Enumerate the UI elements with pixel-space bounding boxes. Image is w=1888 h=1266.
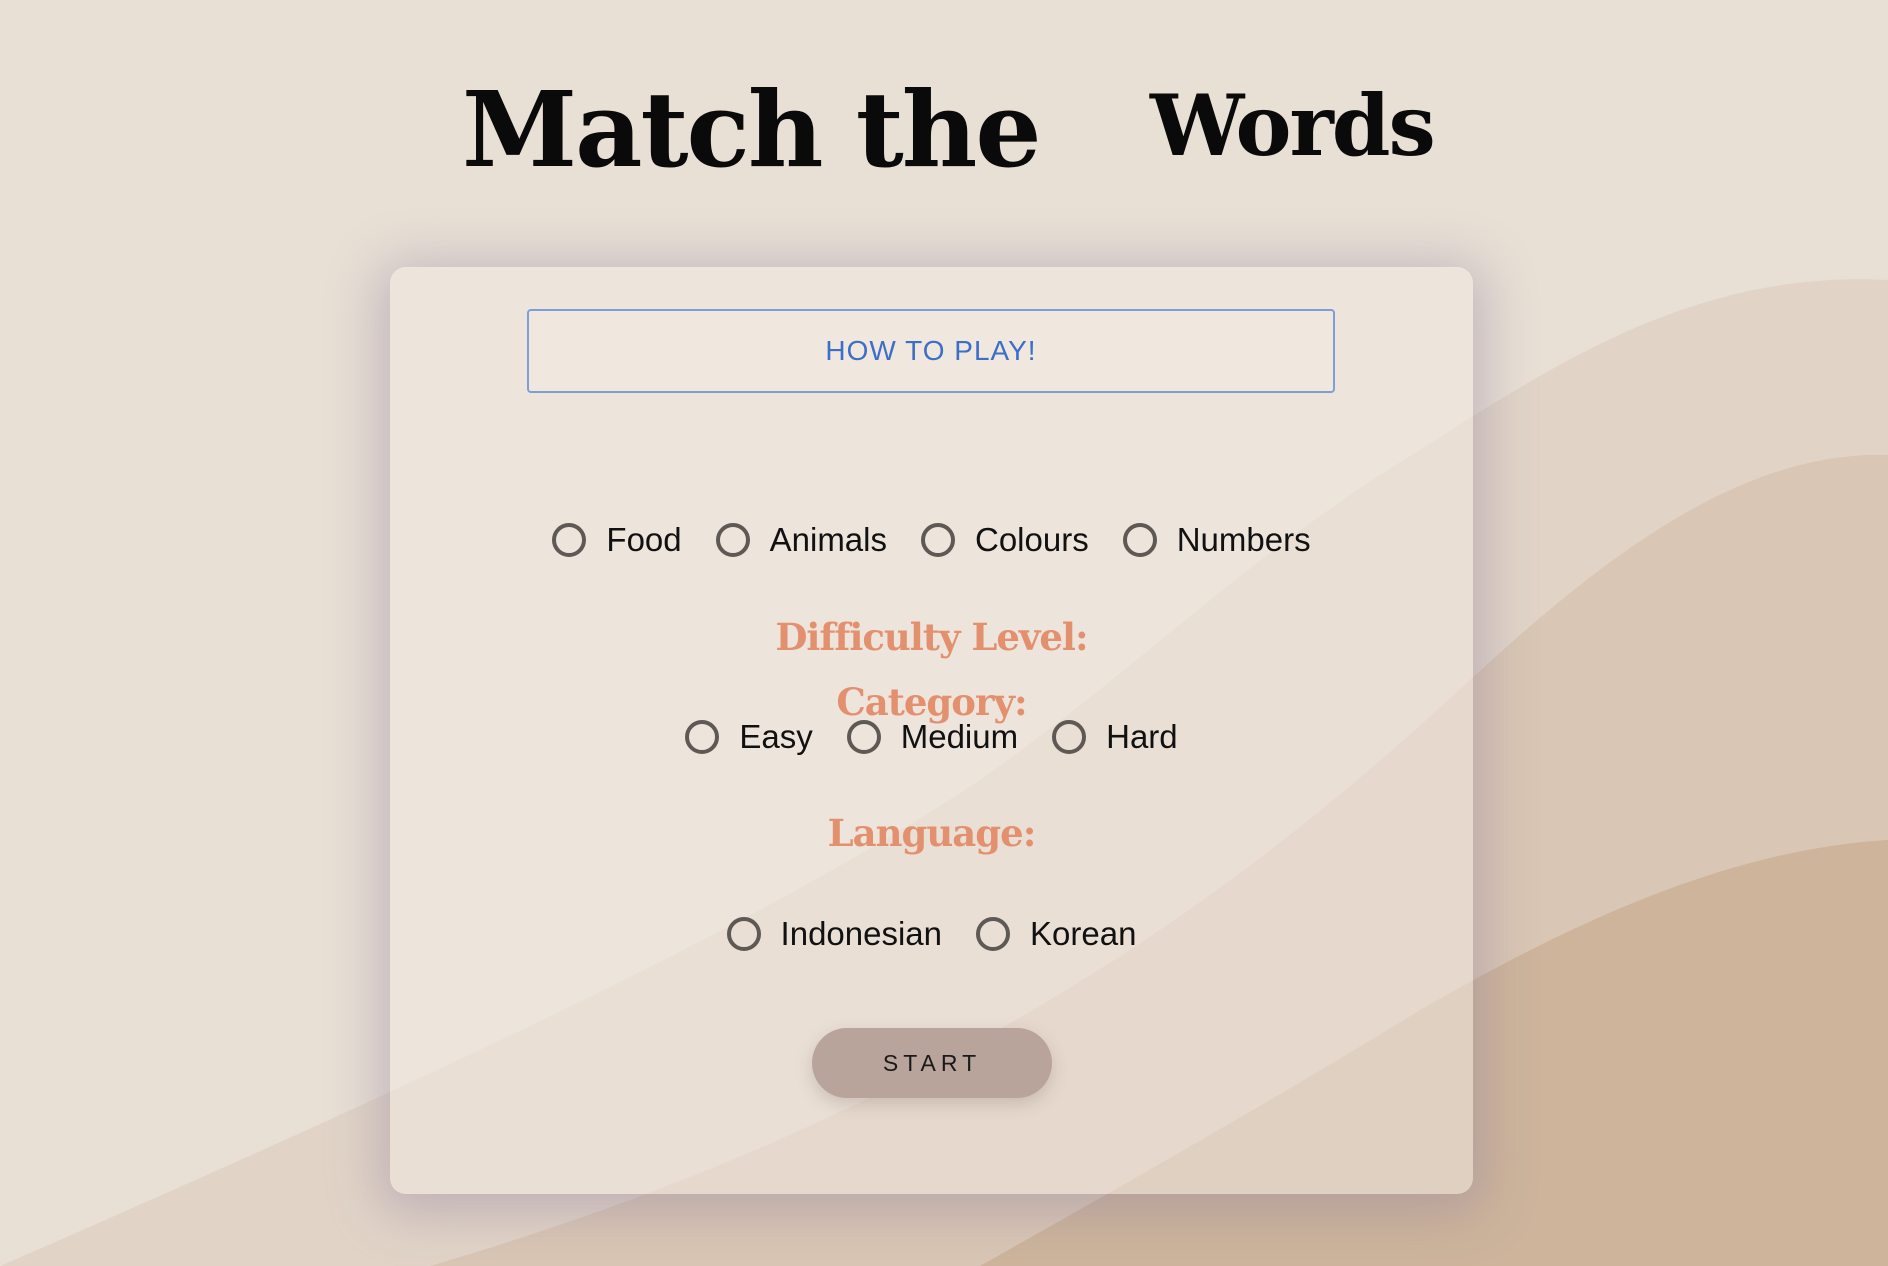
settings-card: HOW TO PLAY! Category: Food Animals Colo… bbox=[390, 267, 1473, 1194]
difficulty-option-easy[interactable]: Easy bbox=[685, 718, 813, 756]
language-options: Indonesian Korean bbox=[390, 915, 1473, 953]
radio-button[interactable] bbox=[976, 917, 1011, 951]
radio-button[interactable] bbox=[846, 720, 881, 754]
category-option-numbers[interactable]: Numbers bbox=[1122, 521, 1311, 559]
difficulty-heading: Difficulty Level: bbox=[775, 615, 1088, 659]
radio-button[interactable] bbox=[715, 523, 750, 557]
language-heading: Language: bbox=[827, 811, 1037, 855]
difficulty-option-hard[interactable]: Hard bbox=[1052, 718, 1178, 756]
category-option-food[interactable]: Food bbox=[552, 521, 682, 559]
category-option-animals[interactable]: Animals bbox=[715, 521, 887, 559]
how-to-play-button[interactable]: HOW TO PLAY! bbox=[527, 309, 1335, 393]
title-part-words: Words bbox=[1150, 76, 1436, 175]
radio-label: Food bbox=[606, 521, 682, 558]
radio-button[interactable] bbox=[685, 720, 720, 754]
difficulty-option-medium[interactable]: Medium bbox=[846, 718, 1019, 756]
radio-button[interactable] bbox=[1052, 720, 1087, 754]
radio-label: Easy bbox=[739, 718, 813, 755]
difficulty-options: Easy Medium Hard bbox=[390, 718, 1473, 756]
radio-button[interactable] bbox=[726, 917, 761, 951]
radio-label: Indonesian bbox=[780, 915, 943, 952]
language-option-korean[interactable]: Korean bbox=[976, 915, 1136, 953]
category-option-colours[interactable]: Colours bbox=[921, 521, 1089, 559]
radio-label: Animals bbox=[769, 521, 887, 558]
page-title: Match the Words bbox=[0, 62, 1888, 202]
language-option-indonesian[interactable]: Indonesian bbox=[726, 915, 943, 953]
radio-button[interactable] bbox=[1122, 523, 1157, 557]
category-options: Food Animals Colours Numbers bbox=[390, 521, 1473, 559]
radio-label: Medium bbox=[900, 718, 1019, 755]
radio-label: Colours bbox=[975, 521, 1089, 558]
radio-label: Numbers bbox=[1176, 521, 1311, 558]
radio-button[interactable] bbox=[921, 523, 955, 557]
start-button[interactable]: START bbox=[812, 1028, 1052, 1098]
radio-label: Korean bbox=[1030, 915, 1137, 952]
title-part-match-the: Match the bbox=[462, 68, 1042, 191]
radio-label: Hard bbox=[1106, 718, 1178, 755]
radio-button[interactable] bbox=[552, 523, 587, 557]
